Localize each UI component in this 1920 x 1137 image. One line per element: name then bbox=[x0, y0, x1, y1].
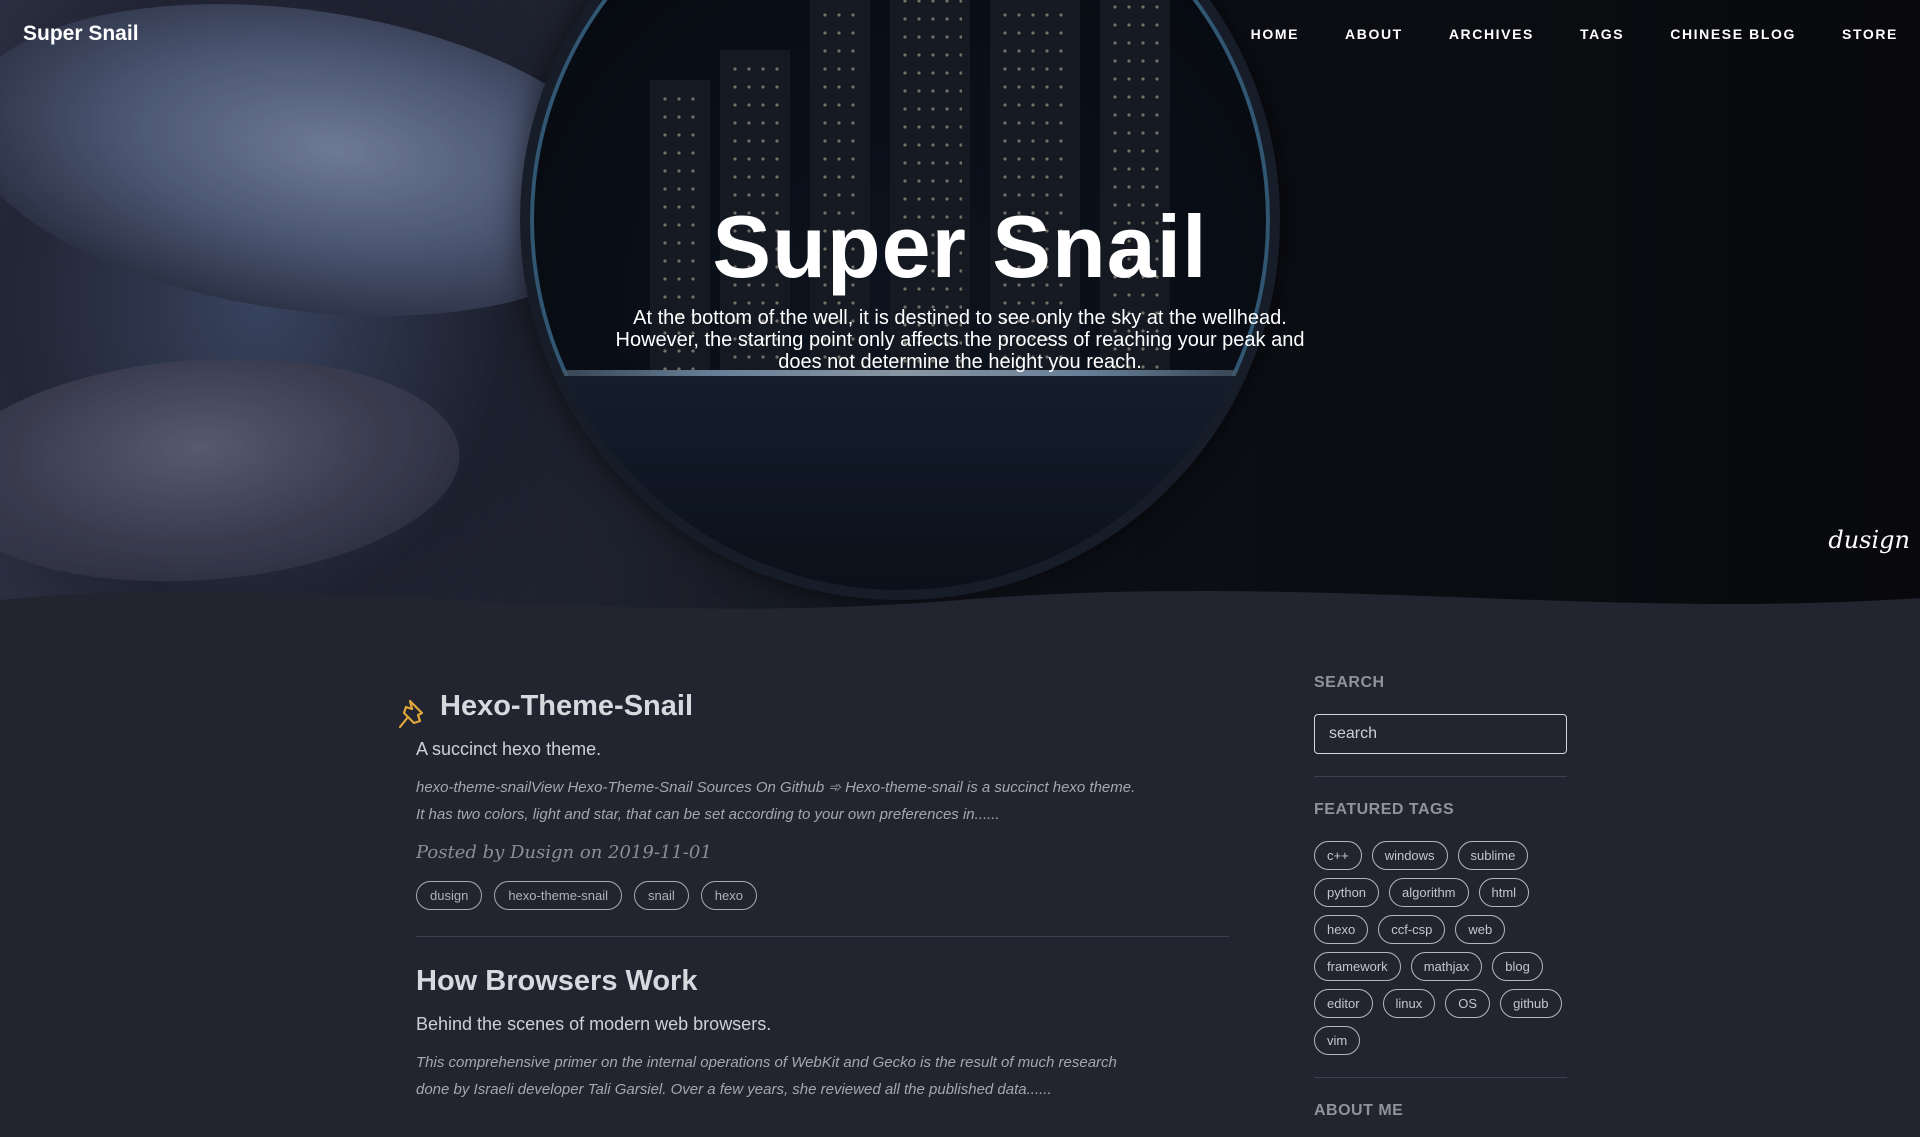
featured-tag[interactable]: windows bbox=[1371, 841, 1448, 870]
search-heading: SEARCH bbox=[1314, 674, 1385, 691]
post-excerpt-line: hexo-theme-snailView Hexo-Theme-Snail So… bbox=[416, 779, 1136, 796]
featured-tag[interactable]: framework bbox=[1314, 952, 1401, 981]
hero-title: Super Snail bbox=[712, 197, 1208, 296]
post-subtitle: A succinct hexo theme. bbox=[416, 739, 602, 759]
featured-tag[interactable]: web bbox=[1455, 915, 1506, 944]
sidebar-divider bbox=[1314, 1077, 1567, 1078]
nav-store[interactable]: STORE bbox=[1842, 26, 1898, 42]
featured-tag[interactable]: python bbox=[1314, 878, 1380, 907]
sidebar-divider bbox=[1314, 776, 1567, 777]
post-subtitle: Behind the scenes of modern web browsers… bbox=[416, 1014, 772, 1034]
featured-tag[interactable]: github bbox=[1500, 989, 1562, 1018]
main-nav: HOME ABOUT ARCHIVES TAGS CHINESE BLOG ST… bbox=[1251, 26, 1898, 42]
nav-chinese-blog[interactable]: CHINESE BLOG bbox=[1670, 26, 1796, 42]
featured-tag[interactable]: editor bbox=[1314, 989, 1373, 1018]
featured-tags-heading: FEATURED TAGS bbox=[1314, 801, 1455, 818]
post-title-link[interactable]: Hexo-Theme-Snail bbox=[416, 690, 1229, 723]
featured-tag[interactable]: algorithm bbox=[1389, 878, 1469, 907]
post-tag[interactable]: hexo bbox=[700, 881, 757, 910]
hero-wave-divider bbox=[0, 590, 1920, 620]
featured-tag[interactable]: vim bbox=[1314, 1026, 1361, 1055]
post-excerpt-line: This comprehensive primer on the interna… bbox=[416, 1054, 1117, 1071]
nav-home[interactable]: HOME bbox=[1251, 26, 1299, 42]
post-tag[interactable]: snail bbox=[634, 881, 689, 910]
featured-tag[interactable]: ccf-csp bbox=[1378, 915, 1446, 944]
post-meta: Posted by Dusign on 2019-11-01 bbox=[416, 842, 712, 863]
nav-archives[interactable]: ARCHIVES bbox=[1449, 26, 1534, 42]
featured-tags: c++ windows sublime python algorithm htm… bbox=[1314, 841, 1567, 1055]
hero-subtitle: At the bottom of the well, it is destine… bbox=[540, 307, 1380, 373]
featured-tag[interactable]: OS bbox=[1445, 989, 1491, 1018]
featured-tag[interactable]: mathjax bbox=[1410, 952, 1483, 981]
post-excerpt: hexo-theme-snailView Hexo-Theme-Snail So… bbox=[416, 774, 1229, 828]
post-excerpt: This comprehensive primer on the interna… bbox=[416, 1049, 1229, 1103]
sidebar: SEARCH search FEATURED TAGS c++ windows … bbox=[1314, 674, 1567, 1120]
featured-tag[interactable]: c++ bbox=[1314, 841, 1362, 870]
hero-subtitle-line: At the bottom of the well, it is destine… bbox=[633, 307, 1287, 329]
hero-signature: dusign bbox=[1828, 526, 1910, 554]
post-tag[interactable]: hexo-theme-snail bbox=[494, 881, 623, 910]
post-excerpt-line: It has two colors, light and star, that … bbox=[416, 806, 1000, 823]
featured-tag[interactable]: blog bbox=[1492, 952, 1543, 981]
post-excerpt-line: done by Israeli developer Tali Garsiel. … bbox=[416, 1081, 1052, 1098]
hero-subtitle-line: does not determine the height you reach. bbox=[778, 351, 1142, 373]
post-item: How Browsers Work Behind the scenes of m… bbox=[416, 965, 1229, 1129]
post-title-link[interactable]: How Browsers Work bbox=[416, 965, 1229, 998]
post-header: Hexo-Theme-Snail bbox=[398, 690, 1229, 729]
pin-icon bbox=[398, 699, 424, 729]
about-me-heading: ABOUT ME bbox=[1314, 1102, 1404, 1119]
post-item: Hexo-Theme-Snail A succinct hexo theme. … bbox=[398, 690, 1229, 937]
featured-tag[interactable]: linux bbox=[1382, 989, 1436, 1018]
featured-tag[interactable]: sublime bbox=[1457, 841, 1529, 870]
nav-about[interactable]: ABOUT bbox=[1345, 26, 1403, 42]
post-tags: dusign hexo-theme-snail snail hexo bbox=[416, 881, 1229, 910]
featured-tag[interactable]: html bbox=[1478, 878, 1530, 907]
post-list: Hexo-Theme-Snail A succinct hexo theme. … bbox=[398, 690, 1229, 1137]
post-tag[interactable]: dusign bbox=[416, 881, 483, 910]
nav-tags[interactable]: TAGS bbox=[1580, 26, 1624, 42]
site-brand[interactable]: Super Snail bbox=[23, 22, 139, 46]
featured-tag[interactable]: hexo bbox=[1314, 915, 1369, 944]
search-input[interactable]: search bbox=[1314, 714, 1567, 754]
hero-subtitle-line: However, the starting point only affects… bbox=[615, 329, 1305, 351]
